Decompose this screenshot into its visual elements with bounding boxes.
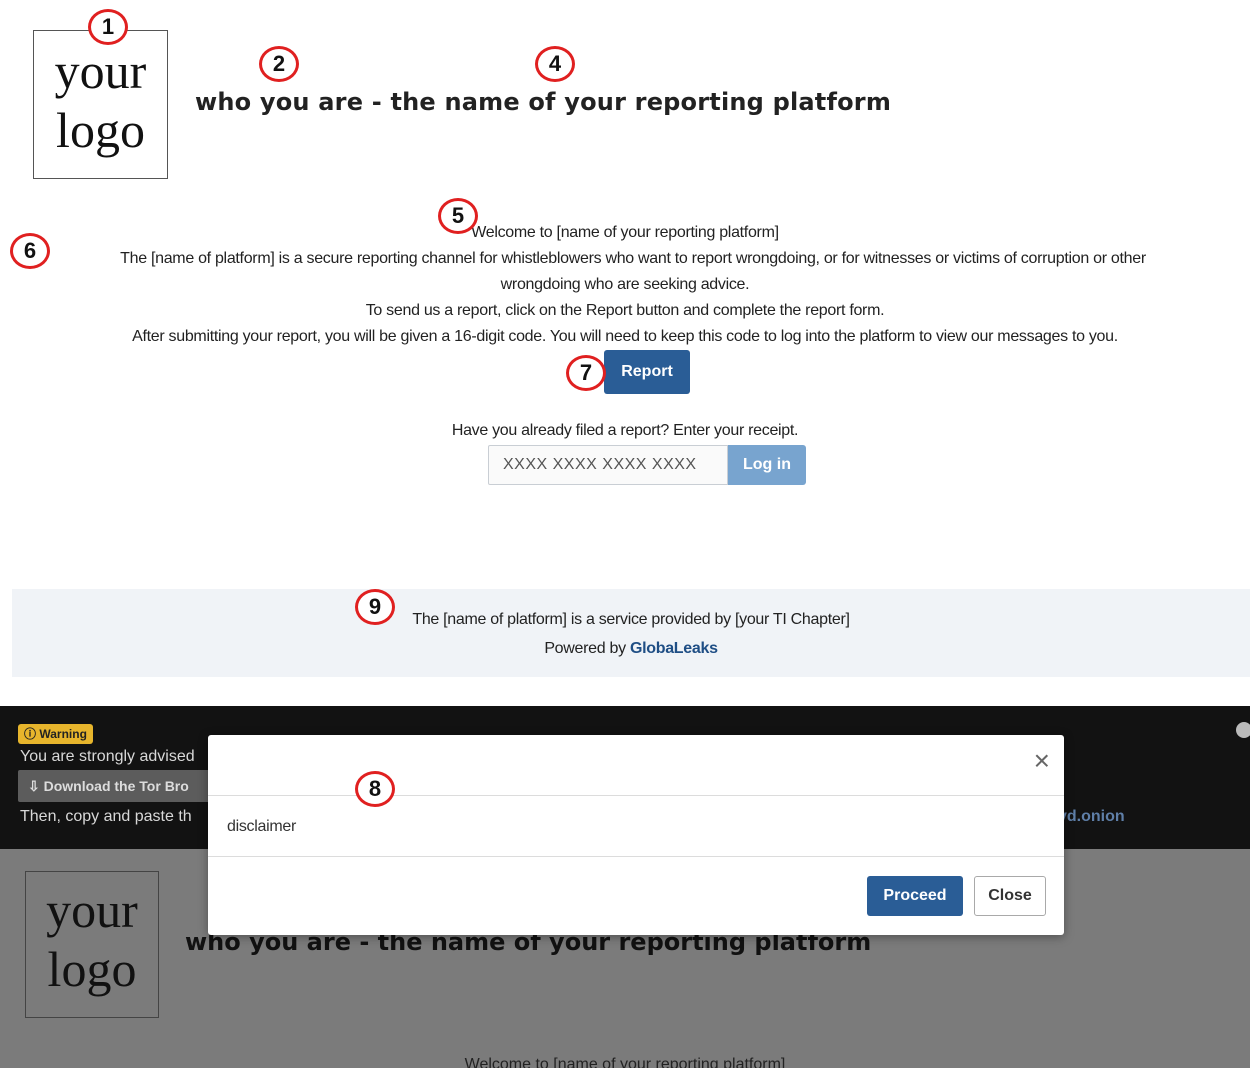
footer: The [name of platform] is a service prov…: [12, 589, 1250, 677]
download-tor-button[interactable]: ⇩ Download the Tor Bro: [18, 770, 218, 802]
callout-marker-8: 8: [355, 771, 395, 807]
footer-powered-by: Powered by GlobaLeaks: [12, 640, 1250, 658]
modal-body: disclaimer: [208, 796, 1064, 857]
onion-address[interactable]: yd.onion: [1058, 808, 1125, 826]
disclaimer-text: disclaimer: [227, 818, 297, 835]
footer-service-text: The [name of platform] is a service prov…: [412, 611, 850, 628]
banner-close-icon[interactable]: [1236, 722, 1250, 738]
receipt-prompt: Have you already filed a report? Enter y…: [451, 422, 799, 439]
tor-warning-text: You are strongly advised: [20, 748, 195, 765]
modal-header: ×: [208, 735, 1064, 796]
warning-badge: ⓘ Warning: [18, 724, 93, 744]
proceed-button[interactable]: Proceed: [867, 876, 963, 916]
logo-line-1: your: [54, 43, 147, 99]
receipt-input[interactable]: [488, 445, 728, 485]
disclaimer-screenshot: ⓘ Warning You are strongly advised ⇩ Dow…: [0, 706, 1250, 1068]
close-button[interactable]: Close: [974, 876, 1046, 916]
report-button[interactable]: Report: [604, 350, 690, 394]
receipt-instructions: After submitting your report, you will b…: [132, 328, 1118, 345]
intro-text-line-2: wrongdoing who are seeking advice.: [500, 276, 750, 293]
callout-marker-6: 6: [10, 233, 50, 269]
logo-dimmed: your logo: [25, 871, 159, 1018]
callout-marker-2: 2: [259, 46, 299, 82]
logo-dimmed-line-2: logo: [47, 941, 137, 997]
modal-close-icon[interactable]: ×: [1034, 747, 1050, 775]
callout-marker-5: 5: [438, 198, 478, 234]
logo-line-2: logo: [56, 102, 145, 158]
report-instructions: To send us a report, click on the Report…: [365, 302, 885, 319]
callout-marker-1: 1: [88, 9, 128, 45]
callout-marker-9: 9: [355, 589, 395, 625]
download-tor-label: Download the Tor Bro: [43, 778, 189, 794]
globaleaks-link[interactable]: GlobaLeaks: [630, 640, 718, 657]
disclaimer-modal: × disclaimer Proceed Close: [208, 735, 1064, 935]
welcome-heading: Welcome to [name of your reporting platf…: [471, 224, 779, 241]
logo: your logo: [33, 30, 168, 179]
tor-copy-instructions: Then, copy and paste th: [20, 808, 192, 825]
intro-text-line-1: The [name of platform] is a secure repor…: [120, 250, 1146, 267]
welcome-heading-dimmed: Welcome to [name of your reporting platf…: [464, 1056, 786, 1068]
site-title: who you are - the name of your reporting…: [195, 88, 892, 116]
logo-dimmed-line-1: your: [46, 882, 138, 938]
powered-by-label: Powered by: [544, 640, 626, 657]
login-button[interactable]: Log in: [728, 445, 806, 485]
callout-marker-4: 4: [535, 46, 575, 82]
callout-marker-7: 7: [566, 355, 606, 391]
warning-badge-label: Warning: [39, 727, 87, 741]
